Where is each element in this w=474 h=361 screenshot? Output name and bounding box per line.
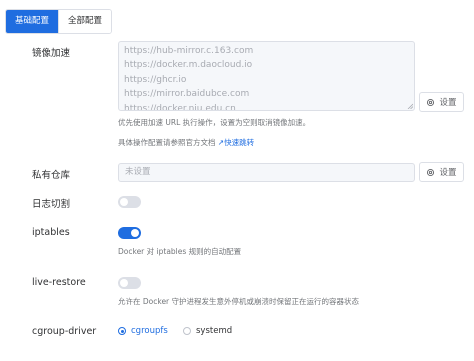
gear-icon — [427, 168, 435, 176]
mirror-line: https://docker.m.daocloud.io — [124, 60, 253, 71]
radio-checked-icon — [118, 327, 126, 335]
registry-set-label: 设置 — [439, 168, 457, 178]
mirror-help-text: 优先使用加速 URL 执行操作，设置为空则取消镜像加速。 — [118, 118, 311, 127]
cgroup-driver-label: cgroup-driver — [32, 326, 97, 337]
mirror-textarea[interactable]: https://hub-mirror.c.163.com https://doc… — [118, 41, 415, 111]
config-tabs: 基础配置 全部配置 — [5, 9, 113, 34]
switch-knob — [120, 279, 128, 287]
switch-knob — [131, 229, 139, 237]
mirror-set-button[interactable]: 设置 — [419, 92, 464, 112]
live-restore-label: live-restore — [32, 277, 86, 288]
quick-jump-label: 快速跳转 — [224, 138, 255, 147]
registry-set-button[interactable]: 设置 — [419, 162, 464, 182]
registry-label: 私有仓库 — [32, 170, 71, 181]
tab-all-config[interactable]: 全部配置 — [58, 10, 112, 33]
mirror-line: https://mirror.baidubce.com — [124, 89, 250, 100]
live-restore-switch[interactable] — [118, 277, 141, 289]
radio-cgroupfs-label: cgroupfs — [131, 326, 168, 336]
radio-cgroupfs[interactable]: cgroupfs — [118, 326, 168, 336]
quick-jump-link[interactable]: ↗快速跳转 — [218, 138, 254, 147]
iptables-help-text: Docker 对 iptables 规则的自动配置 — [118, 247, 242, 256]
iptables-switch[interactable] — [118, 227, 141, 239]
log-rotate-switch[interactable] — [118, 196, 141, 208]
radio-unchecked-icon — [183, 327, 191, 335]
iptables-label: iptables — [32, 227, 70, 238]
registry-input[interactable]: 未设置 — [118, 163, 415, 182]
radio-systemd-label: systemd — [196, 326, 233, 336]
mirror-line: https://ghcr.io — [124, 74, 187, 85]
radio-systemd[interactable]: systemd — [183, 326, 232, 336]
gear-icon — [427, 98, 435, 106]
mirror-doc-hint: 具体操作配置请参照官方文档 ↗快速跳转 — [118, 137, 254, 148]
resize-grip-icon[interactable] — [407, 103, 413, 109]
mirror-line: https://hub-mirror.c.163.com — [124, 46, 254, 56]
mirror-doc-text: 具体操作配置请参照官方文档 — [118, 138, 216, 147]
switch-knob — [120, 198, 128, 206]
mirror-line: https://docker.nju.edu.cn — [124, 103, 236, 111]
tab-basic-config[interactable]: 基础配置 — [6, 10, 59, 33]
mirror-label: 镜像加速 — [32, 48, 71, 59]
live-restore-help-text: 允许在 Docker 守护进程发生意外停机或崩溃时保留正在运行的容器状态 — [118, 297, 360, 306]
mirror-set-label: 设置 — [439, 98, 457, 108]
log-rotate-label: 日志切割 — [32, 199, 71, 210]
